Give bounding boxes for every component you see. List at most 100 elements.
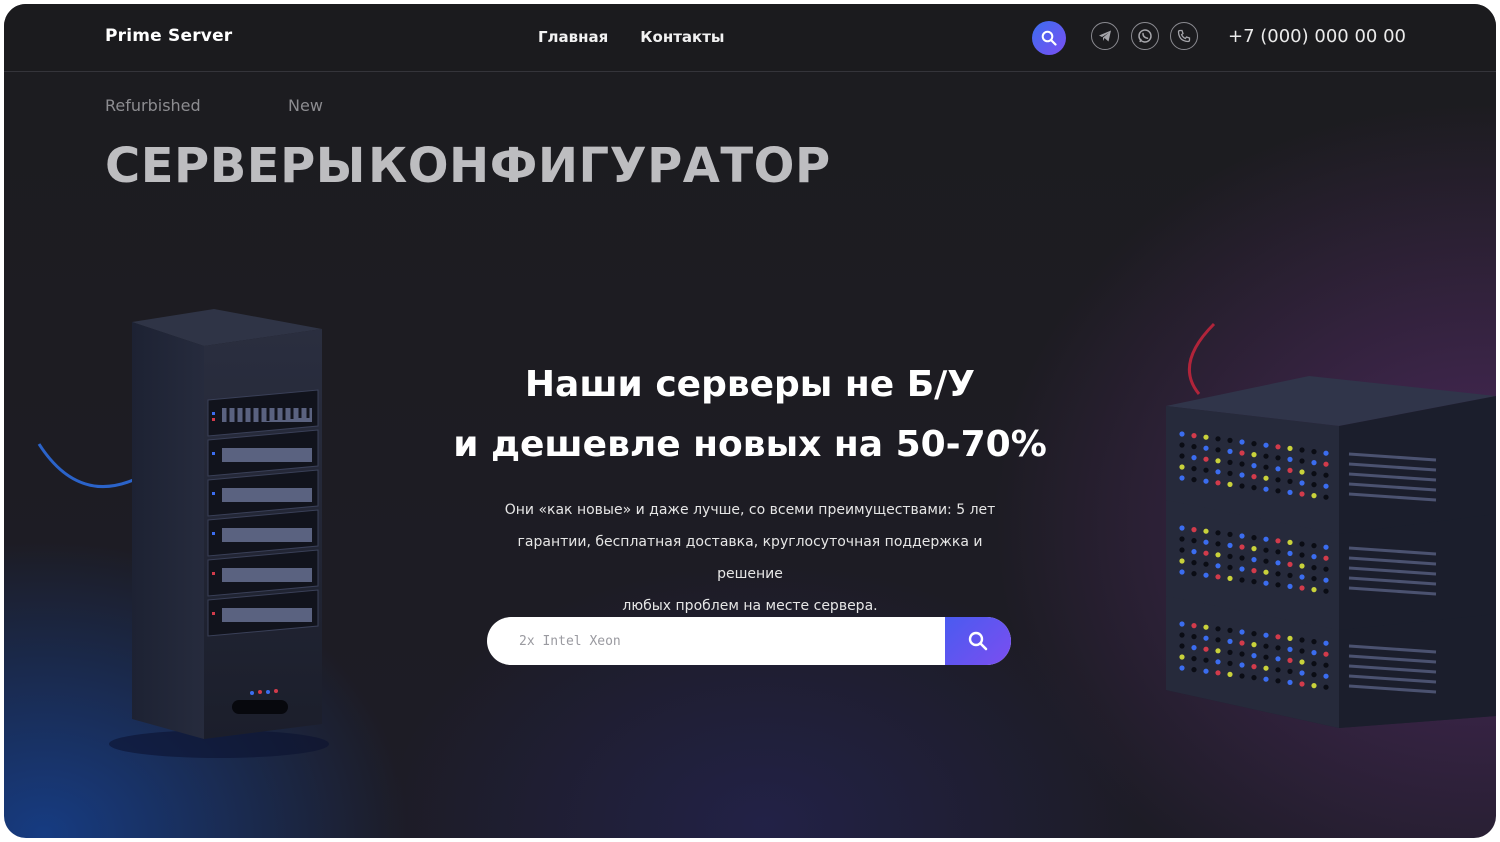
hero-headline-line1: Наши серверы не Б/У: [524, 364, 976, 405]
led-dot: [1251, 546, 1257, 552]
led-dot: [1299, 637, 1305, 643]
led-dot: [1251, 664, 1257, 670]
led-dot: [1275, 645, 1281, 651]
led-dot: [1323, 588, 1329, 594]
led-dot: [1227, 671, 1233, 677]
led-dot: [1323, 544, 1329, 550]
led-dot: [1251, 474, 1257, 480]
led-dot: [1179, 475, 1185, 481]
led-dot: [1299, 659, 1305, 665]
whatsapp-button[interactable]: [1131, 22, 1159, 50]
hero-description: Они «как новые» и даже лучше, со всеми п…: [484, 494, 1016, 622]
led-dot: [1299, 585, 1305, 591]
led-dot: [1323, 684, 1329, 690]
led-dot: [1215, 670, 1221, 676]
nav-contacts-link[interactable]: Контакты: [640, 28, 724, 46]
led-dot: [1311, 482, 1317, 488]
led-dot: [1239, 544, 1245, 550]
led-dot: [1215, 530, 1221, 536]
led-dot: [1251, 653, 1257, 659]
led-dot: [1227, 531, 1233, 537]
led-dot: [1191, 466, 1197, 472]
led-dot: [1323, 640, 1329, 646]
page-frame: Prime Server Главная Контакты +7 (000) 0…: [4, 4, 1496, 838]
led-dot: [1299, 480, 1305, 486]
led-dot: [1179, 621, 1185, 627]
led-dot: [1287, 668, 1293, 674]
telegram-button[interactable]: [1091, 22, 1119, 50]
led-dot: [1179, 643, 1185, 649]
led-dot: [1227, 660, 1233, 666]
led-dot: [1179, 525, 1185, 531]
led-dot: [1263, 569, 1269, 575]
led-dot: [1275, 634, 1281, 640]
led-dot: [1323, 472, 1329, 478]
led-dot: [1263, 475, 1269, 481]
led-dot: [1203, 528, 1209, 534]
led-dot: [1179, 632, 1185, 638]
led-dot: [1323, 555, 1329, 561]
nav-home-link[interactable]: Главная: [538, 28, 608, 46]
led-dot: [1299, 563, 1305, 569]
led-dot: [1311, 554, 1317, 560]
led-dot: [1263, 536, 1269, 542]
led-dot: [1275, 477, 1281, 483]
led-dot: [1203, 561, 1209, 567]
led-dot: [1287, 635, 1293, 641]
led-dot: [1203, 539, 1209, 545]
main-nav: Главная Контакты: [538, 28, 724, 46]
led-dot: [1203, 635, 1209, 641]
led-dot: [1275, 549, 1281, 555]
header-search-button[interactable]: [1032, 21, 1066, 55]
led-dot: [1191, 477, 1197, 483]
led-dot: [1287, 572, 1293, 578]
led-dot: [1227, 553, 1233, 559]
led-dot: [1311, 565, 1317, 571]
led-dot: [1215, 659, 1221, 665]
led-dot: [1311, 543, 1317, 549]
search-icon: [968, 631, 988, 651]
led-dot: [1275, 488, 1281, 494]
led-dot: [1215, 626, 1221, 632]
led-dot: [1239, 533, 1245, 539]
led-dot: [1203, 624, 1209, 630]
led-dot: [1239, 673, 1245, 679]
led-dot: [1299, 541, 1305, 547]
led-dot: [1287, 657, 1293, 663]
site-logo[interactable]: Prime Server: [105, 26, 232, 46]
tab-configurator-title[interactable]: КОНФИГУРАТОР: [368, 138, 831, 194]
phone-number[interactable]: +7 (000) 000 00 00: [1228, 26, 1406, 47]
led-dot: [1239, 566, 1245, 572]
led-dot: [1323, 483, 1329, 489]
led-dot: [1191, 549, 1197, 555]
led-dot: [1311, 639, 1317, 645]
hero-search-button[interactable]: [945, 617, 1011, 665]
led-dot: [1179, 569, 1185, 575]
led-dot: [1227, 470, 1233, 476]
led-dot: [1323, 577, 1329, 583]
tab-refurbished-caption[interactable]: Refurbished: [105, 96, 201, 115]
led-dot: [1179, 547, 1185, 553]
hero-search-input[interactable]: [487, 617, 945, 665]
led-dot: [1191, 623, 1197, 629]
site-header: Prime Server Главная Контакты +7 (000) 0…: [4, 4, 1496, 72]
led-dot: [1287, 679, 1293, 685]
led-dot: [1299, 574, 1305, 580]
led-dot: [1311, 661, 1317, 667]
led-dot: [1263, 643, 1269, 649]
led-dot: [1263, 676, 1269, 682]
phone-button[interactable]: [1170, 22, 1198, 50]
tab-servers-title[interactable]: СЕРВЕРЫ: [105, 138, 366, 194]
led-dot: [1275, 560, 1281, 566]
led-dot: [1239, 640, 1245, 646]
tab-new-caption[interactable]: New: [288, 96, 323, 115]
led-dot: [1179, 558, 1185, 564]
led-dot: [1275, 678, 1281, 684]
led-dot: [1203, 467, 1209, 473]
search-icon: [1041, 30, 1057, 46]
led-dot: [1191, 634, 1197, 640]
led-dot: [1311, 650, 1317, 656]
led-dot: [1191, 538, 1197, 544]
led-dot: [1191, 527, 1197, 533]
led-dot: [1263, 665, 1269, 671]
